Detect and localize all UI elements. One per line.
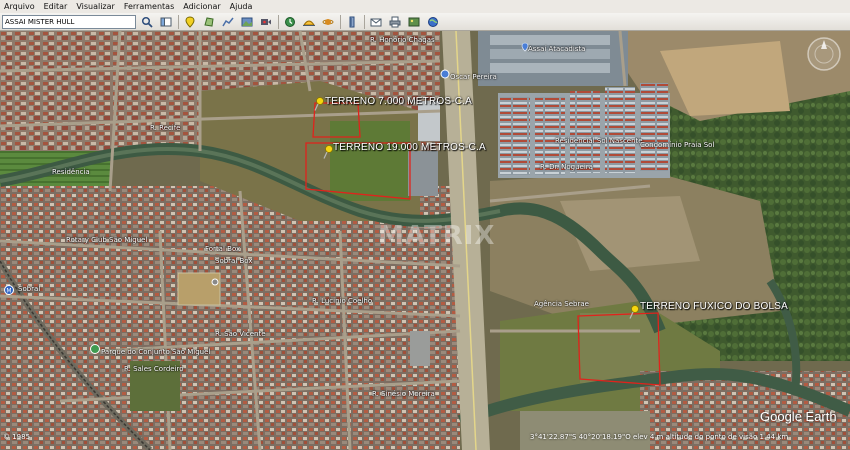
polygon-icon xyxy=(204,16,214,27)
map-label: R. Honório Chagas xyxy=(370,36,435,44)
map-label: Condomínio Praia Sol xyxy=(640,141,715,149)
map-view-button[interactable] xyxy=(425,14,441,29)
placemark-label[interactable]: TERRENO FUXICO DO BOLSA xyxy=(640,301,788,312)
map-label: Agência Sebrae xyxy=(534,300,589,308)
toolbar-separator xyxy=(178,14,179,29)
sunlight-button[interactable] xyxy=(301,14,317,29)
add-polygon-button[interactable] xyxy=(201,14,217,29)
search-icon xyxy=(141,16,153,28)
menu-adicionar[interactable]: Adicionar xyxy=(183,2,220,11)
planets-button[interactable] xyxy=(320,14,336,29)
placemark-pin[interactable] xyxy=(628,304,640,319)
add-image-overlay-button[interactable] xyxy=(239,14,255,29)
google-earth-window: Arquivo Editar Visualizar Ferramentas Ad… xyxy=(0,0,850,450)
map-view-icon xyxy=(428,16,438,27)
toolbar-separator xyxy=(340,14,341,29)
add-path-button[interactable] xyxy=(220,14,236,29)
menu-visualizar[interactable]: Visualizar xyxy=(76,2,115,11)
historical-imagery-icon xyxy=(285,16,295,27)
metro-station-icon[interactable]: M xyxy=(4,285,14,295)
ruler-button[interactable] xyxy=(344,14,360,29)
record-tour-icon xyxy=(261,18,271,25)
map-label: R. Sales Cordeiro xyxy=(124,365,184,373)
map-label: Rotary Club São Miguel xyxy=(66,236,148,244)
map-label: R. São Vicente xyxy=(215,330,266,338)
watermark-logo: MATRIX xyxy=(378,221,496,251)
add-placemark-button[interactable] xyxy=(182,14,198,29)
map-label: R. Recife xyxy=(150,124,181,132)
ruler-icon xyxy=(349,16,355,27)
toolbar: ASSAI MISTER HULL xyxy=(0,13,850,31)
search-button[interactable] xyxy=(139,14,155,29)
placemark-pin[interactable] xyxy=(313,96,325,111)
record-tour-button[interactable] xyxy=(258,14,274,29)
placemark-icon xyxy=(185,15,195,28)
map-label: Oscar Pereira xyxy=(450,73,497,81)
path-icon xyxy=(222,17,234,26)
map-label: Residencial Sol Nascente xyxy=(555,137,643,145)
pushpin-icon xyxy=(314,97,324,111)
map-view[interactable]: M Assaí Atacadista Oscar Pereira Residen… xyxy=(0,31,850,450)
map-label: Assaí Atacadista xyxy=(528,45,586,53)
placemark-label[interactable]: TERRENO 7.000 METROS-C.A xyxy=(325,96,472,107)
sidebar-toggle-icon xyxy=(160,17,172,26)
sunlight-icon xyxy=(303,20,315,26)
google-earth-logo: Google Earth xyxy=(760,409,837,424)
park-icon[interactable] xyxy=(90,344,100,354)
image-overlay-icon xyxy=(241,17,253,26)
menu-ferramentas[interactable]: Ferramentas xyxy=(124,2,174,11)
toolbar-separator xyxy=(278,14,279,29)
menu-arquivo[interactable]: Arquivo xyxy=(4,2,35,11)
svg-text:M: M xyxy=(6,288,11,295)
map-label: R. Dr. Nogueira xyxy=(540,163,593,171)
map-label: Fortal Box xyxy=(205,245,241,253)
print-icon xyxy=(389,16,401,27)
map-label: R. Lucinio Coelho xyxy=(312,297,373,305)
coordinates-status: 3°41'22.87"S 40°20'18.19"O elev 4 m alti… xyxy=(530,433,789,441)
email-icon xyxy=(370,18,382,26)
navigation-compass-icon[interactable] xyxy=(806,36,842,72)
map-label: Residência xyxy=(52,168,90,176)
historical-imagery-button[interactable] xyxy=(282,14,298,29)
planets-icon xyxy=(322,18,334,25)
placemark-label[interactable]: TERRENO 19.000 METROS-C.A xyxy=(333,142,486,153)
toolbar-separator xyxy=(364,14,365,29)
pushpin-icon xyxy=(629,305,639,319)
map-label: Sobral xyxy=(18,285,41,293)
menu-bar: Arquivo Editar Visualizar Ferramentas Ad… xyxy=(0,0,850,13)
menu-ajuda[interactable]: Ajuda xyxy=(230,2,253,11)
save-image-icon xyxy=(408,17,420,26)
imagery-date: © 1985 xyxy=(3,433,31,441)
save-image-button[interactable] xyxy=(406,14,422,29)
menu-editar[interactable]: Editar xyxy=(44,2,68,11)
search-input[interactable]: ASSAI MISTER HULL xyxy=(2,14,136,29)
sidebar-toggle-button[interactable] xyxy=(158,14,174,29)
map-label: Parque do Conjunto São Miguel xyxy=(101,348,211,356)
email-button[interactable] xyxy=(368,14,384,29)
map-label: R. Sinésio Moreira xyxy=(372,390,435,398)
map-label: Sobral Box xyxy=(215,257,253,265)
poi-marker-icon[interactable] xyxy=(210,277,220,287)
print-button[interactable] xyxy=(387,14,403,29)
poi-marker-icon[interactable] xyxy=(440,69,450,79)
